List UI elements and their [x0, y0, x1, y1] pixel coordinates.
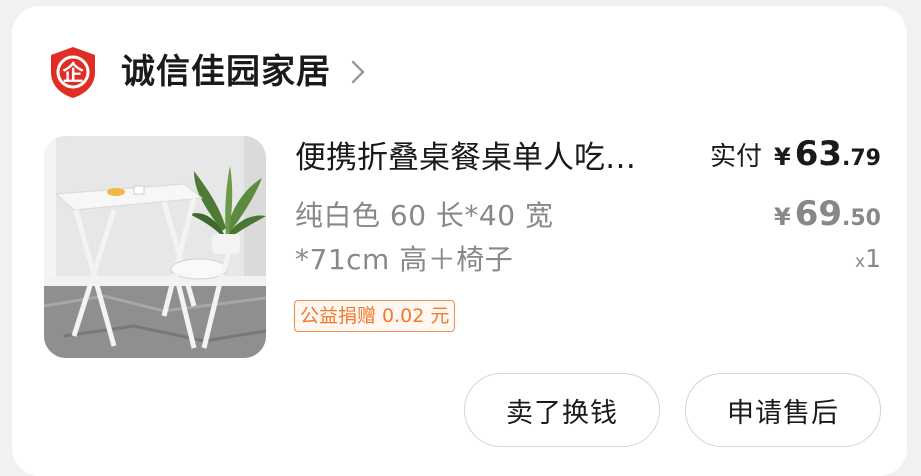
shield-badge-text: 企	[62, 61, 85, 85]
product-title[interactable]: 便携折叠桌餐桌单人吃…	[295, 136, 695, 180]
quantity-number: 1	[865, 244, 881, 273]
product-photo-icon	[44, 136, 266, 358]
charity-donation-badge: 公益捐赠 0.02 元	[294, 300, 456, 332]
product-spec: 纯白色 60 长*40 宽 *71cm 高＋椅子	[295, 194, 655, 282]
shop-name[interactable]: 诚信佳园家居	[121, 42, 331, 102]
paid-price-integer: 63	[794, 134, 843, 174]
original-price: ¥ 69 .50	[774, 194, 881, 234]
enterprise-shield-icon: 企	[51, 47, 95, 98]
paid-label: 实付	[709, 142, 762, 172]
product-image[interactable]	[44, 136, 266, 358]
shop-header[interactable]: 企 诚信佳园家居	[45, 42, 365, 102]
quantity: x 1	[855, 244, 881, 273]
original-currency-symbol: ¥	[773, 203, 791, 231]
order-card: 企 诚信佳园家居 便携折叠桌餐桌单人吃… 纯白色 60 长*40 宽 *71cm…	[12, 6, 907, 476]
paid-currency-symbol: ¥	[773, 143, 791, 171]
after-sale-button[interactable]: 申请售后	[685, 373, 881, 447]
original-price-decimal: .50	[842, 206, 881, 231]
chevron-right-icon[interactable]	[351, 60, 365, 84]
resell-button[interactable]: 卖了换钱	[464, 373, 660, 447]
paid-price-decimal: .79	[842, 146, 881, 171]
paid-price: 实付 ¥ 63 .79	[710, 134, 881, 174]
product-spec-line-2: *71cm 高＋椅子	[295, 243, 514, 276]
original-price-integer: 69	[794, 194, 843, 234]
quantity-x: x	[855, 252, 866, 272]
product-spec-line-1: 纯白色 60 长*40 宽	[295, 199, 554, 232]
